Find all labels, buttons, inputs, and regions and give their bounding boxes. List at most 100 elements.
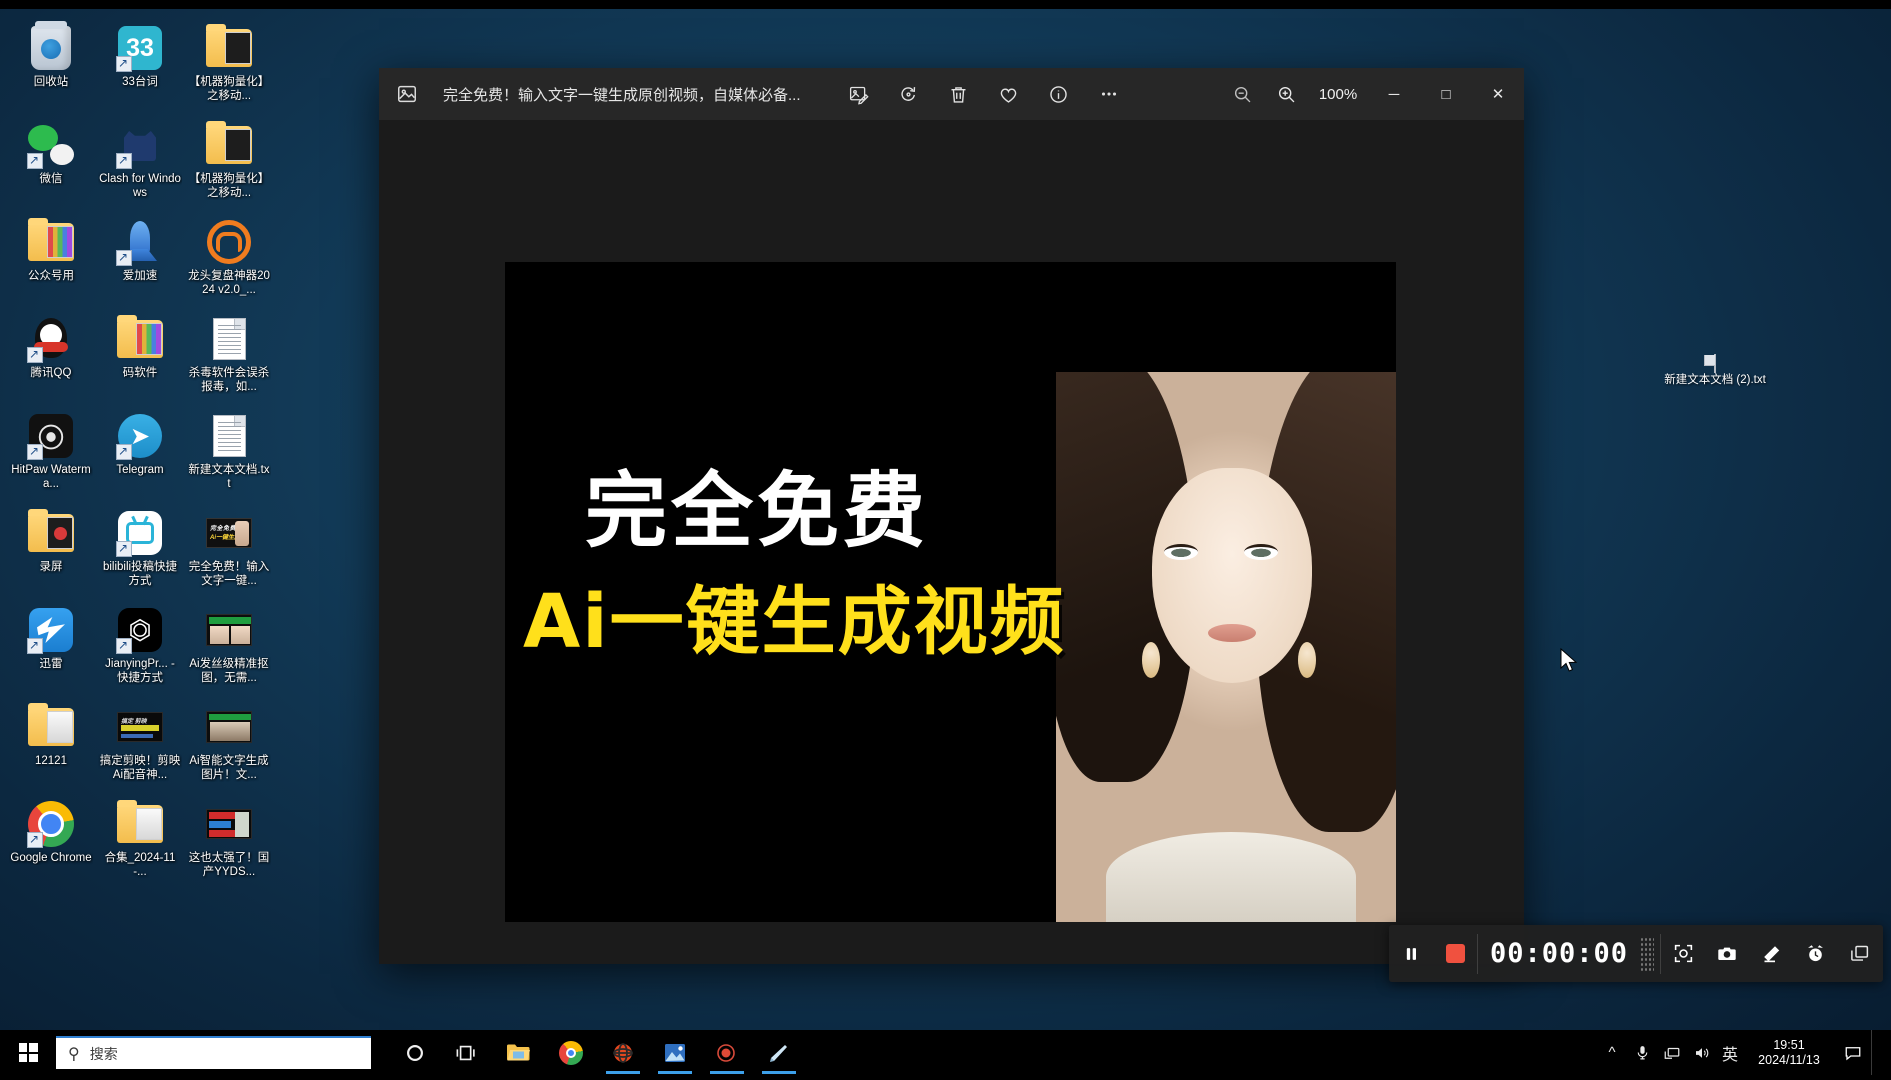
desktop-icon-new-text-doc-2[interactable]: 新建文本文档 (2).txt — [1660, 354, 1770, 388]
favorite-heart-icon[interactable] — [987, 74, 1031, 114]
desktop-icon-bilibili[interactable]: bilibili投稿快捷方式 — [97, 503, 183, 600]
browser-globe-icon[interactable] — [597, 1030, 649, 1075]
text-file-icon — [1714, 354, 1716, 373]
cortana-icon[interactable] — [389, 1030, 441, 1075]
clash-icon — [116, 121, 164, 169]
desktop-icon-label: 龙头复盘神器2024 v2.0_... — [188, 270, 270, 296]
video-thumbnail-icon: 搞定 剪映 — [116, 703, 164, 751]
desktop-icon-ai-text-to-image-video[interactable]: Ai智能文字生成图片！文... — [186, 697, 272, 794]
desktop-icon-label: Telegram — [116, 464, 164, 476]
google-chrome-icon[interactable] — [545, 1030, 597, 1075]
screen-recorder-toolbar[interactable]: 00:00:00 — [1389, 925, 1883, 982]
desktop-icon-label: 迅雷 — [39, 658, 63, 670]
media-canvas[interactable]: 完全免费 Ai一键生成视频 — [505, 262, 1396, 922]
search-icon: ⚲ — [68, 1045, 80, 1063]
show-hidden-icons-chevron[interactable]: ^ — [1597, 1030, 1627, 1075]
action-center-icon[interactable] — [1835, 1030, 1871, 1075]
desktop-icon-yyds-video[interactable]: 这也太强了！国产YYDS... — [186, 794, 272, 891]
folder-icon — [205, 24, 253, 72]
desktop-icon-label: 新建文本文档 (2).txt — [1664, 374, 1766, 386]
folder-icon — [116, 315, 164, 363]
clock-date: 2024/11/13 — [1758, 1052, 1820, 1067]
desktop-icon-label: 搞定剪映！剪映Ai配音神... — [99, 755, 181, 781]
desktop-icon-telegram[interactable]: ➤ Telegram — [97, 406, 183, 503]
info-icon[interactable] — [1037, 74, 1081, 114]
viewer-content-area[interactable]: 完全免费 Ai一键生成视频 — [379, 120, 1524, 964]
desktop-icon-recycle-bin[interactable]: 回收站 — [8, 18, 94, 115]
media-headline-white: 完全免费 — [585, 464, 930, 559]
onenote-app-icon[interactable] — [753, 1030, 805, 1075]
desktop-icon-ai-koutu-video[interactable]: Ai发丝级精准抠图，无需... — [186, 600, 272, 697]
camera-snapshot-icon[interactable] — [1705, 925, 1749, 982]
desktop-icon-google-chrome[interactable]: Google Chrome — [8, 794, 94, 891]
rotate-icon[interactable] — [887, 74, 931, 114]
volume-icon[interactable] — [1687, 1030, 1717, 1075]
delete-icon[interactable] — [937, 74, 981, 114]
edit-image-icon[interactable] — [837, 74, 881, 114]
minimize-button[interactable]: ─ — [1368, 68, 1420, 120]
taskbar[interactable]: ⚲ 搜索 ^ 英 19:51 2024/11/13 — [0, 1030, 1891, 1075]
desktop-icon-hitpaw[interactable]: ⦿ HitPaw Waterma... — [8, 406, 94, 503]
file-explorer-icon[interactable] — [493, 1030, 545, 1075]
portrait-image — [1056, 372, 1396, 922]
folder-icon — [116, 800, 164, 848]
annotate-pen-icon[interactable] — [1749, 925, 1793, 982]
stop-record-icon[interactable] — [1433, 925, 1477, 982]
viewer-titlebar[interactable]: 完全免费！输入文字一键生成原创视频，自媒体必备... 100% ─ □ ✕ — [379, 68, 1524, 120]
desktop-icon-label: 码软件 — [122, 367, 158, 379]
show-desktop-button[interactable] — [1871, 1030, 1885, 1075]
desktop-icon-longtou[interactable]: 龙头复盘神器2024 v2.0_... — [186, 212, 272, 309]
taskbar-app-buttons — [389, 1030, 805, 1075]
desktop-icon-grid: 回收站 33 33台词 【机器狗量化】之移动... 微信 Clash for W… — [8, 18, 276, 891]
desktop-icon-shadu-note[interactable]: 杀毒软件会误杀报毒，如... — [186, 309, 272, 406]
task-view-icon[interactable] — [441, 1030, 493, 1075]
desktop-icon-maruanjian[interactable]: 码软件 — [97, 309, 183, 406]
desktop-icon-luping[interactable]: 录屏 — [8, 503, 94, 600]
region-capture-icon[interactable] — [1661, 925, 1705, 982]
desktop-icon-label: 回收站 — [33, 76, 69, 88]
screen-recorder-icon[interactable] — [701, 1030, 753, 1075]
desktop-icon-jiqigou-1[interactable]: 【机器狗量化】之移动... — [186, 18, 272, 115]
photos-viewer-window[interactable]: 完全免费！输入文字一键生成原创视频，自媒体必备... 100% ─ □ ✕ 完全… — [379, 68, 1524, 964]
desktop-icon-aijiasu[interactable]: 爱加速 — [97, 212, 183, 309]
desktop-icon-jiqigou-2[interactable]: 【机器狗量化】之移动... — [186, 115, 272, 212]
ime-language-icon[interactable]: 英 — [1717, 1030, 1743, 1075]
desktop-icon-wanquanmianfei-video[interactable]: 完全免费 Ai一键生成 完全免费！输入文字一键... — [186, 503, 272, 600]
search-input[interactable]: ⚲ 搜索 — [56, 1036, 371, 1069]
maximize-button[interactable]: □ — [1420, 68, 1472, 120]
desktop-icon-jianying[interactable]: ⏣ JianyingPr... - 快捷方式 — [97, 600, 183, 697]
window-capture-icon[interactable] — [1837, 925, 1881, 982]
more-options-icon[interactable] — [1087, 74, 1131, 114]
jianying-icon: ⏣ — [116, 606, 164, 654]
desktop-icon-label: 【机器狗量化】之移动... — [188, 173, 270, 199]
search-placeholder: 搜索 — [89, 1045, 118, 1062]
desktop-icon-12121[interactable]: 12121 — [8, 697, 94, 794]
desktop-icon-xunlei[interactable]: 迅雷 — [8, 600, 94, 697]
desktop-icon-33taici[interactable]: 33 33台词 — [97, 18, 183, 115]
windows-start-icon[interactable] — [0, 1030, 56, 1075]
photos-app-icon[interactable] — [649, 1030, 701, 1075]
drag-grip-icon[interactable] — [1640, 936, 1655, 971]
video-thumbnail-icon — [205, 703, 253, 751]
desktop-icon-heji-folder[interactable]: 合集_2024-11-... — [97, 794, 183, 891]
zoom-out-icon[interactable] — [1220, 74, 1264, 114]
xunlei-icon — [27, 606, 75, 654]
zoom-in-icon[interactable] — [1264, 74, 1308, 114]
zoom-level-label: 100% — [1318, 85, 1358, 103]
desktop-icon-new-text-doc[interactable]: 新建文本文档.txt — [186, 406, 272, 503]
microphone-icon[interactable] — [1627, 1030, 1657, 1075]
network-display-icon[interactable] — [1657, 1030, 1687, 1075]
desktop-icon-gongzhonghao[interactable]: 公众号用 — [8, 212, 94, 309]
close-button[interactable]: ✕ — [1472, 68, 1524, 120]
letterbox-top — [0, 0, 1891, 9]
desktop-icon-tencent-qq[interactable]: 腾讯QQ — [8, 309, 94, 406]
taskbar-clock[interactable]: 19:51 2024/11/13 — [1743, 1030, 1835, 1075]
bilibili-icon — [116, 509, 164, 557]
desktop-icon-wechat[interactable]: 微信 — [8, 115, 94, 212]
pause-icon[interactable] — [1389, 925, 1433, 982]
viewer-toolbar — [837, 74, 1131, 114]
desktop-icon-clash[interactable]: Clash for Windows — [97, 115, 183, 212]
aijiasu-icon — [116, 218, 164, 266]
alarm-clock-icon[interactable] — [1793, 925, 1837, 982]
desktop-icon-gaoding-jianying-video[interactable]: 搞定 剪映 搞定剪映！剪映Ai配音神... — [97, 697, 183, 794]
